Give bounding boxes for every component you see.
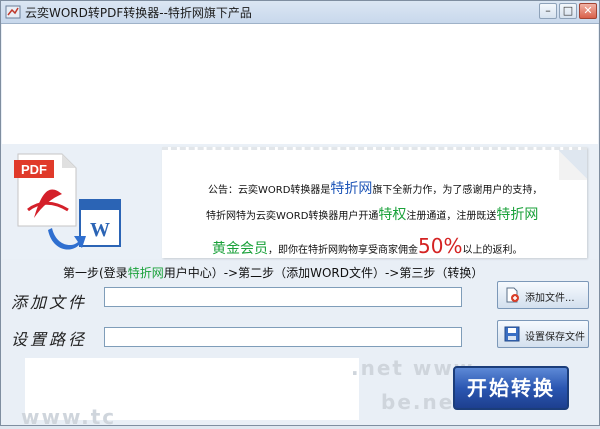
notice-line-1: 公告：云奕WORD转换器是特折网旗下全新力作，为了感谢用户的支持，: [208, 178, 542, 198]
start-convert-button[interactable]: 开始转换: [453, 366, 569, 410]
promo-banner: PDF W 公告：云奕WORD转换器是特折网旗下全新力作，为了感谢用户的支持， …: [2, 144, 598, 259]
save-path-label: 设置路径: [11, 330, 88, 349]
close-button[interactable]: ✕: [579, 3, 597, 19]
brand-highlight: 特折网: [496, 207, 539, 223]
app-window: 云奕WORD转PDF转换器--特折网旗下产品 – □ ✕ PDF W 公告：云奕…: [0, 0, 600, 429]
save-icon: [504, 326, 520, 342]
brand-highlight: 特折网: [330, 181, 373, 197]
notice-line-3: 黄金会员，即你在特折网购物享受商家佣金50%以上的返利。: [212, 234, 522, 258]
content-blank-area: [2, 24, 598, 144]
word-label: W: [90, 219, 110, 241]
steps-instructions: 第一步(登录特折网用户中心）->第二步（添加WORD文件）->第三步（转换）: [63, 264, 483, 281]
percent-highlight: 50%: [418, 234, 463, 258]
watermark-text: www.tc: [21, 405, 117, 429]
pdf-icon: PDF: [14, 153, 77, 227]
save-path-input[interactable]: [104, 327, 462, 347]
notice-text: 注册通道，注册既送: [406, 211, 497, 222]
notice-text: 以上的返利。: [462, 245, 523, 256]
notice-text: 旗下全新力作，为了感谢用户的支持，: [372, 185, 543, 196]
add-file-button-label: 添加文件...: [525, 293, 575, 304]
save-path-button[interactable]: 设置保存文件: [497, 320, 589, 348]
maximize-button[interactable]: □: [559, 3, 577, 19]
app-icon: [5, 5, 21, 19]
step-link[interactable]: 特折网: [128, 266, 164, 280]
add-file-icon: [506, 287, 519, 303]
window-title: 云奕WORD转PDF转换器--特折网旗下产品: [25, 6, 252, 20]
word-icon: W: [79, 199, 121, 247]
minimize-button[interactable]: –: [539, 3, 557, 19]
title-bar: 云奕WORD转PDF转换器--特折网旗下产品 – □ ✕: [1, 1, 599, 24]
notice-paper: 公告：云奕WORD转换器是特折网旗下全新力作，为了感谢用户的支持， 特折网特为云…: [162, 147, 587, 258]
pdf-label: PDF: [21, 162, 47, 177]
gold-member-highlight: 黄金会员: [212, 241, 268, 257]
add-file-input[interactable]: [104, 287, 462, 307]
step-text: 第一步(登录: [63, 266, 128, 280]
notice-text: 特折网特为云奕WORD转换器用户开通: [206, 211, 379, 222]
add-file-button[interactable]: 添加文件...: [497, 281, 589, 309]
notice-line-2: 特折网特为云奕WORD转换器用户开通特权注册通道，注册既送特折网: [206, 204, 538, 224]
pdf-word-logo: PDF W: [14, 153, 121, 250]
step-text: 用户中心）->第二步（添加WORD文件）->第三步（转换）: [163, 266, 484, 280]
privilege-highlight: 特权: [378, 207, 407, 223]
notice-text: ，即你在特折网购物享受商家佣金: [268, 245, 418, 256]
page-curl: [559, 150, 587, 180]
notice-text: 公告：云奕WORD转换器是: [208, 185, 331, 196]
save-path-button-label: 设置保存文件: [525, 332, 585, 343]
add-file-label: 添加文件: [11, 293, 88, 312]
